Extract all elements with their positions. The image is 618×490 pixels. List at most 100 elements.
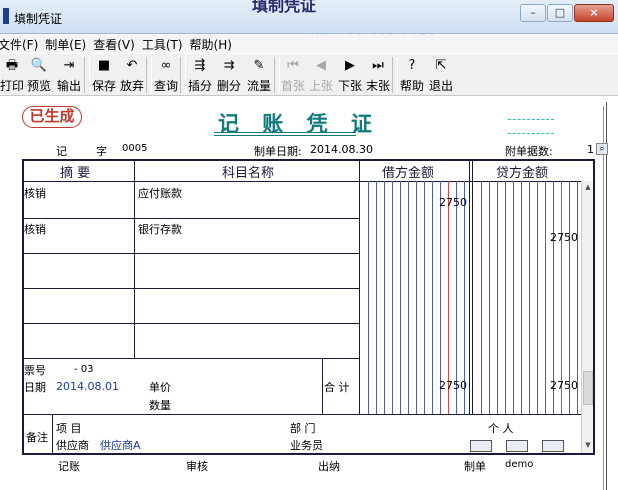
scroll-thumb[interactable]	[583, 371, 593, 405]
background-window-title: 填制凭证	[252, 0, 317, 15]
minimize-button[interactable]: –	[520, 4, 546, 22]
keyboard-icon[interactable]	[506, 440, 528, 452]
attachments-count[interactable]: 1	[587, 143, 594, 156]
grid-line	[469, 161, 470, 414]
cash-flow-button[interactable]: ✎ 流量	[244, 54, 274, 96]
export-button[interactable]: ⇥ 输出	[54, 54, 84, 96]
grid-line	[22, 253, 359, 254]
title-bar[interactable]: 填制凭证 填制凭证 – □ ×	[0, 0, 618, 34]
entry-debit[interactable]: 2750	[427, 196, 467, 209]
preview-button[interactable]: 🔍 预览	[24, 54, 54, 96]
ticket-label: 票号	[24, 364, 46, 377]
project-label: 项 目	[56, 422, 82, 435]
delete-line-button[interactable]: ⇉ 删分	[214, 54, 244, 96]
voucher-type[interactable]: 记	[56, 143, 67, 159]
flow-icon: ✎	[253, 58, 265, 73]
next-record-icon: ▶	[345, 58, 355, 73]
dashed-line	[508, 119, 554, 120]
menu-help[interactable]: 帮助(H)	[190, 36, 239, 53]
voucher-number-label: 字	[96, 145, 107, 158]
last-record-button[interactable]: ⏭ 末张	[364, 54, 392, 96]
header-credit: 贷方金额	[496, 166, 549, 181]
menu-file[interactable]: 文件(F)	[0, 36, 45, 53]
total-debit: 2750	[439, 379, 467, 392]
grid-line	[22, 323, 359, 324]
previous-record-button[interactable]: ◀ 上张	[306, 54, 336, 96]
toolbar: 🖶 打印 🔍 预览 ⇥ 输出 ■ 保存 ↶ 放弃 ∞ 查询 ⇶ 插分 ⇉ 删分 ✎ 流量 ⏮ 首张 …	[0, 54, 618, 96]
grid-line	[359, 161, 360, 414]
exit-icon: ⇱	[435, 58, 447, 73]
card-icon[interactable]	[470, 440, 492, 452]
ruler-icon[interactable]	[542, 440, 564, 452]
cashier-label: 出纳	[318, 460, 340, 473]
export-icon: ⇥	[63, 58, 75, 73]
ticket-value[interactable]: - 03	[74, 364, 94, 375]
bookkeeper-label: 记账	[58, 460, 80, 473]
entry-account[interactable]: 应付账款	[138, 185, 182, 201]
entry-summary[interactable]: 核销	[24, 185, 46, 201]
status-stamp: 已生成	[22, 106, 82, 128]
grid-line	[472, 161, 473, 414]
paper-shadow	[606, 102, 607, 490]
exit-button[interactable]: ⇱ 退出	[426, 54, 456, 96]
scroll-up-icon[interactable]: ▲	[582, 181, 594, 193]
person-label: 个 人	[488, 422, 514, 435]
discard-button[interactable]: ↶ 放弃	[118, 54, 146, 96]
printer-icon: 🖶	[5, 58, 19, 73]
entry-summary[interactable]: 核销	[24, 221, 46, 237]
menu-view[interactable]: 查看(V)	[93, 36, 142, 53]
paper-shadow	[603, 106, 604, 490]
next-record-button[interactable]: ▶ 下张	[336, 54, 364, 96]
save-icon: ■	[97, 58, 111, 73]
close-button[interactable]: ×	[574, 4, 614, 22]
grid-line	[22, 358, 359, 359]
dashed-line	[508, 133, 554, 134]
menu-tools[interactable]: 工具(T)	[142, 36, 190, 53]
insert-line-icon: ⇶	[194, 58, 206, 73]
attachments-label: 附单据数:	[505, 145, 553, 158]
date-value[interactable]: 2014.08.30	[310, 143, 373, 156]
insert-line-button[interactable]: ⇶ 插分	[186, 54, 214, 96]
title-underline	[214, 132, 356, 136]
app-icon	[3, 8, 9, 24]
magnifier-icon[interactable]: ⌕	[596, 143, 608, 155]
department-label: 部 门	[290, 422, 316, 435]
preparer-label: 制单	[464, 460, 486, 473]
date-row-value[interactable]: 2014.08.01	[56, 380, 119, 393]
binoculars-icon: ∞	[160, 58, 172, 73]
last-record-icon: ⏭	[372, 58, 384, 73]
window-title: 填制凭证	[14, 12, 63, 26]
voucher-number[interactable]: 0005	[122, 143, 147, 154]
entry-account[interactable]: 银行存款	[138, 221, 182, 237]
vertical-scrollbar[interactable]: ▲ ▼	[581, 181, 593, 453]
menu-bar: 文件(F) 制单(E) 查看(V) 工具(T) 帮助(H)	[0, 35, 618, 53]
entry-credit[interactable]: 2750	[538, 231, 578, 244]
help-icon: ?	[408, 58, 416, 73]
date-row-label: 日期	[24, 381, 46, 394]
remark-label: 备注	[26, 431, 48, 444]
supplier-value[interactable]: 供应商A	[100, 437, 141, 453]
grid-line	[22, 218, 359, 219]
date-label: 制单日期:	[254, 145, 302, 158]
first-record-button[interactable]: ⏮ 首张	[280, 54, 306, 96]
help-button[interactable]: ? 帮助	[398, 54, 426, 96]
grid-line	[52, 414, 53, 454]
grid-line	[22, 288, 359, 289]
save-button[interactable]: ■ 保存	[90, 54, 118, 96]
scroll-down-icon[interactable]: ▼	[582, 439, 594, 451]
supplier-label: 供应商	[56, 439, 89, 452]
menu-voucher[interactable]: 制单(E)	[45, 36, 93, 53]
header-summary: 摘 要	[60, 166, 91, 181]
preview-icon: 🔍	[30, 58, 48, 73]
query-button[interactable]: ∞ 查询	[152, 54, 180, 96]
undo-icon: ↶	[126, 58, 138, 73]
previous-record-icon: ◀	[316, 58, 326, 73]
grid-line	[22, 414, 581, 415]
grid-line	[134, 161, 135, 358]
maximize-button[interactable]: □	[547, 4, 573, 22]
print-button[interactable]: 🖶 打印	[0, 54, 24, 96]
salesman-label: 业务员	[290, 439, 323, 452]
header-account: 科目名称	[222, 166, 275, 181]
grid-line	[322, 358, 323, 414]
delete-line-icon: ⇉	[223, 58, 235, 73]
